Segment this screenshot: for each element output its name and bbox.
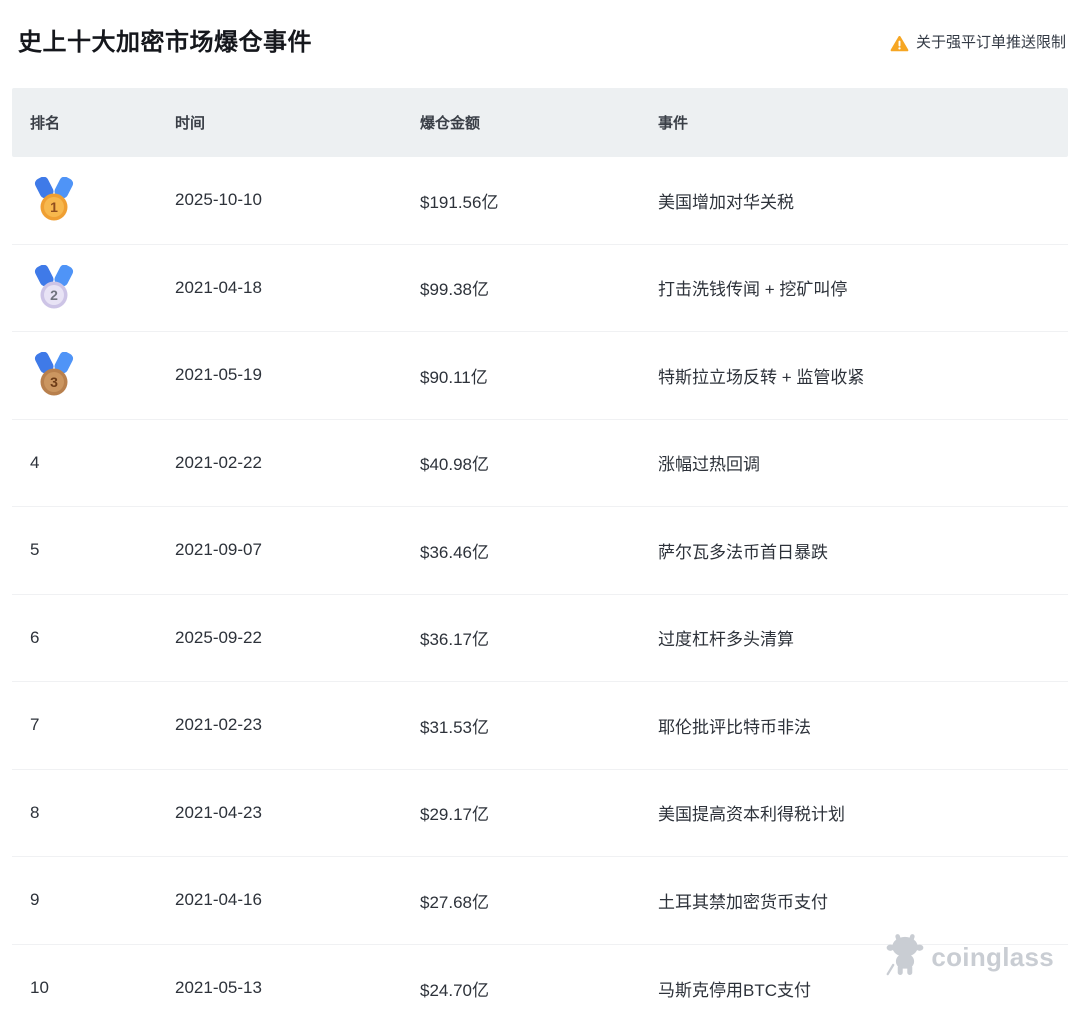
- table-row: 5 2021-09-07 $36.46亿 萨尔瓦多法币首日暴跌: [12, 507, 1068, 595]
- row-time: 2025-09-22: [175, 627, 262, 647]
- row-time: 2021-05-13: [175, 978, 262, 998]
- row-event: 打击洗钱传闻 + 挖矿叫停: [658, 280, 848, 300]
- row-time: 2021-05-19: [175, 365, 262, 385]
- liquidation-notice-link[interactable]: 关于强平订单推送限制: [890, 26, 1066, 60]
- header-amount: 爆仓金额: [420, 115, 481, 132]
- gold-medal-icon: 1: [34, 177, 74, 221]
- row-amount: $36.46亿: [420, 542, 489, 562]
- rank-number: 2: [50, 287, 58, 303]
- row-amount: $24.70亿: [420, 980, 489, 1000]
- rank-number: 3: [50, 374, 58, 390]
- row-amount: $191.56亿: [420, 192, 499, 212]
- rank-number: 7: [30, 715, 40, 735]
- rank-number: 8: [30, 802, 40, 822]
- table-row: 3 2021-05-19 $90.11亿 特斯拉立场反转 + 监管收紧: [12, 332, 1068, 420]
- row-event: 萨尔瓦多法币首日暴跌: [658, 542, 828, 562]
- row-amount: $36.17亿: [420, 630, 489, 650]
- table-row: 6 2025-09-22 $36.17亿 过度杠杆多头清算: [12, 595, 1068, 682]
- row-time: 2021-04-18: [175, 277, 262, 297]
- row-time: 2021-02-22: [175, 452, 262, 472]
- rank-number: 1: [50, 199, 58, 215]
- warning-icon: [890, 35, 909, 52]
- row-event: 美国增加对华关税: [658, 192, 794, 212]
- row-time: 2021-04-16: [175, 890, 262, 910]
- rank-number: 10: [30, 978, 49, 998]
- table-row: 8 2021-04-23 $29.17亿 美国提高资本利得税计划: [12, 770, 1068, 857]
- rank-number: 5: [30, 540, 40, 560]
- header-time: 时间: [175, 115, 206, 132]
- table-header-row: 排名 时间 爆仓金额 事件: [12, 88, 1068, 157]
- row-amount: $99.38亿: [420, 280, 489, 300]
- table-row: 4 2021-02-22 $40.98亿 涨幅过热回调: [12, 420, 1068, 507]
- table-row: 2 2021-04-18 $99.38亿 打击洗钱传闻 + 挖矿叫停: [12, 245, 1068, 332]
- row-time: 2021-02-23: [175, 715, 262, 735]
- row-event: 特斯拉立场反转 + 监管收紧: [658, 367, 865, 387]
- silver-medal-icon: 2: [34, 264, 74, 309]
- rank-number: 9: [30, 890, 40, 910]
- row-time: 2021-09-07: [175, 540, 262, 560]
- row-amount: $31.53亿: [420, 717, 489, 737]
- row-event: 美国提高资本利得税计划: [658, 805, 845, 825]
- bronze-medal-icon: 3: [34, 352, 74, 396]
- row-event: 土耳其禁加密货币支付: [658, 892, 828, 912]
- row-event: 马斯克停用BTC支付: [658, 980, 811, 1000]
- row-amount: $29.17亿: [420, 805, 489, 825]
- rank-number: 6: [30, 627, 40, 647]
- page-title: 史上十大加密市场爆仓事件: [18, 29, 312, 56]
- row-event: 过度杠杆多头清算: [658, 630, 794, 650]
- table-row: 10 2021-05-13 $24.70亿 马斯克停用BTC支付: [12, 945, 1068, 1033]
- notice-label: 关于强平订单推送限制: [915, 34, 1066, 51]
- row-amount: $90.11亿: [420, 367, 488, 387]
- row-amount: $27.68亿: [420, 892, 489, 912]
- row-event: 涨幅过热回调: [658, 455, 760, 475]
- table-row: 7 2021-02-23 $31.53亿 耶伦批评比特币非法: [12, 682, 1068, 770]
- table-row: 1 2025-10-10 $191.56亿 美国增加对华关税: [12, 157, 1068, 245]
- row-time: 2021-04-23: [175, 802, 262, 822]
- rank-number: 4: [30, 452, 40, 472]
- table-row: 9 2021-04-16 $27.68亿 土耳其禁加密货币支付: [12, 857, 1068, 945]
- liquidation-table: 排名 时间 爆仓金额 事件 1 2025-10-10 $191.56亿 美国增加…: [12, 88, 1068, 1032]
- row-time: 2025-10-10: [175, 190, 262, 210]
- topbar: 史上十大加密市场爆仓事件 关于强平订单推送限制: [0, 0, 1080, 60]
- header-event: 事件: [658, 115, 689, 132]
- row-event: 耶伦批评比特币非法: [658, 717, 811, 737]
- header-rank: 排名: [30, 115, 61, 132]
- row-amount: $40.98亿: [420, 455, 489, 475]
